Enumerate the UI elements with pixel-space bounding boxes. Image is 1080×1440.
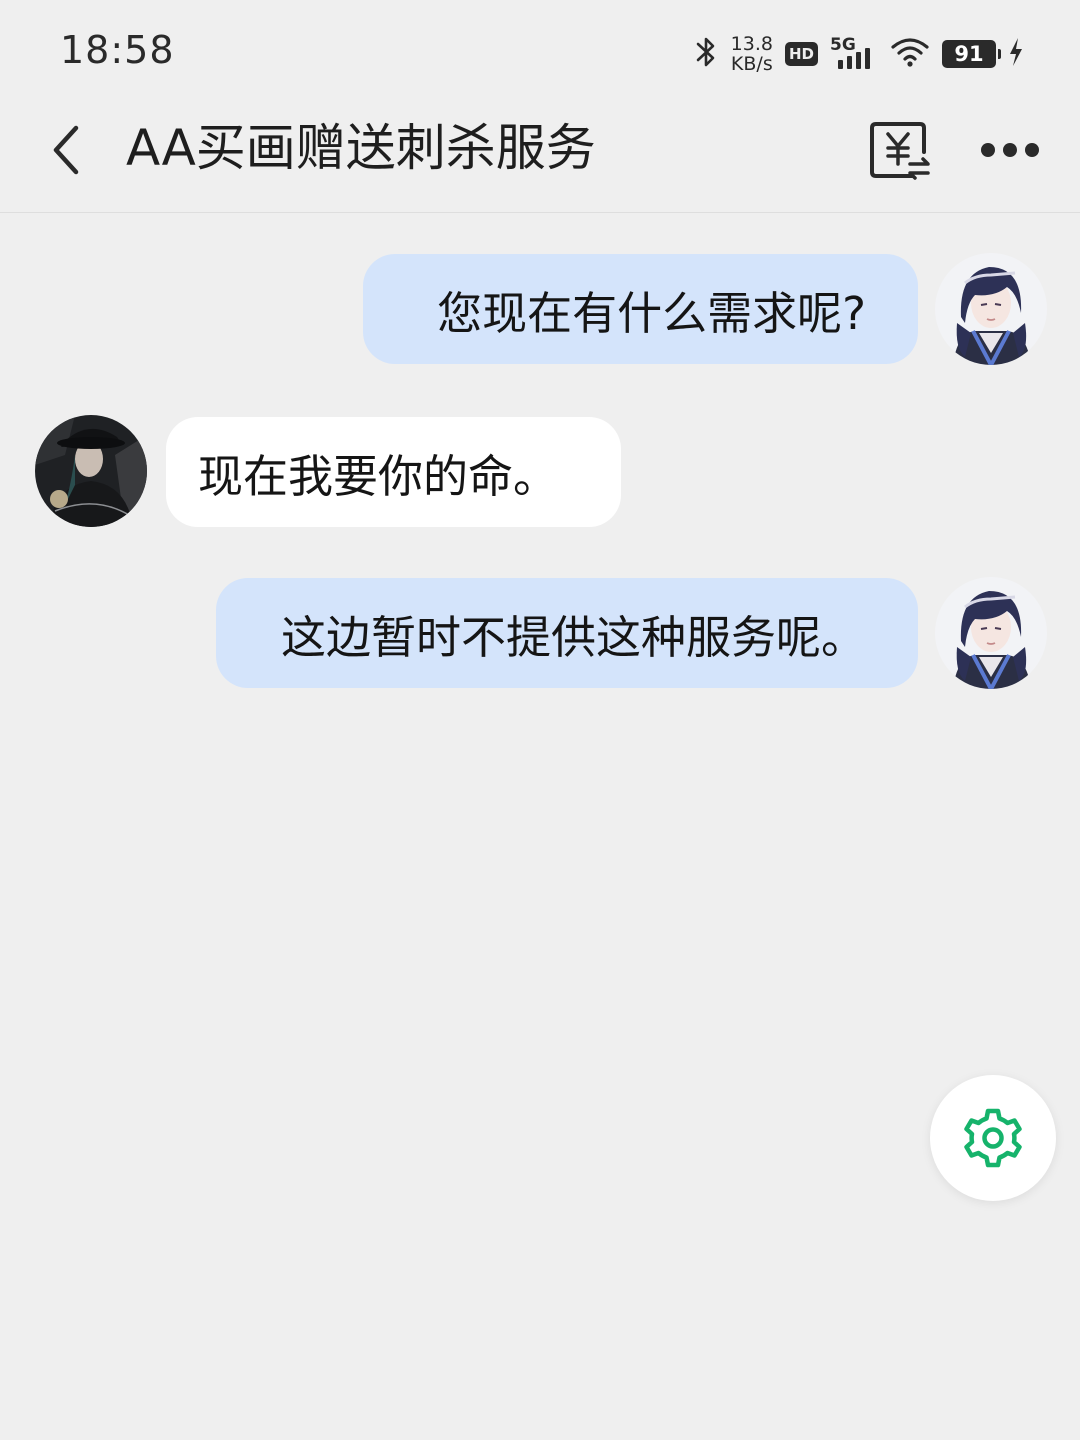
message-text: 这边暂时不提供这种服务呢。 <box>280 610 866 664</box>
more-dots-icon <box>981 143 1039 157</box>
network-speed-unit: KB/s <box>730 53 773 75</box>
message-bubble-incoming[interactable]: 现在我要你的命。 <box>166 417 621 527</box>
message-text: 现在我要你的命。 <box>198 449 559 503</box>
message-text: 您现在有什么需求呢? <box>437 286 866 340</box>
hd-badge: HD <box>784 42 818 66</box>
network-speed-value: 13.8 <box>730 33 773 55</box>
message-bubble-outgoing[interactable]: 这边暂时不提供这种服务呢。 <box>216 578 918 688</box>
network-speed: 13.8 KB/s <box>731 34 773 74</box>
character-portrait-icon <box>35 415 147 527</box>
character-portrait-icon <box>935 577 1047 689</box>
back-button[interactable] <box>36 114 96 186</box>
battery-level: 91 <box>954 42 984 66</box>
gear-icon <box>964 1108 1022 1168</box>
avatar-self[interactable] <box>935 577 1047 689</box>
yuan-transfer-icon <box>870 122 930 180</box>
status-icons: 13.8 KB/s HD 5G 91 <box>693 30 1024 78</box>
settings-floating-button[interactable] <box>930 1075 1056 1201</box>
back-chevron-icon <box>53 125 79 175</box>
character-portrait-icon <box>935 253 1047 365</box>
battery-icon: 91 <box>942 40 1001 68</box>
avatar-self[interactable] <box>935 253 1047 365</box>
charging-icon <box>1008 37 1024 71</box>
status-bar: 18:58 13.8 KB/s HD 5G 91 <box>0 0 1080 100</box>
more-options-button[interactable] <box>972 114 1048 186</box>
avatar-contact[interactable] <box>35 415 147 527</box>
transfer-money-button[interactable] <box>864 114 936 186</box>
chat-title: AA买画赠送刺杀服务 <box>126 119 596 177</box>
status-time: 18:58 <box>60 28 175 72</box>
chat-header: AA买画赠送刺杀服务 <box>0 100 1080 213</box>
signal-icon: 5G <box>830 35 878 71</box>
message-bubble-outgoing[interactable]: 您现在有什么需求呢? <box>363 254 918 364</box>
bluetooth-icon <box>693 35 719 73</box>
wifi-icon <box>890 35 930 73</box>
